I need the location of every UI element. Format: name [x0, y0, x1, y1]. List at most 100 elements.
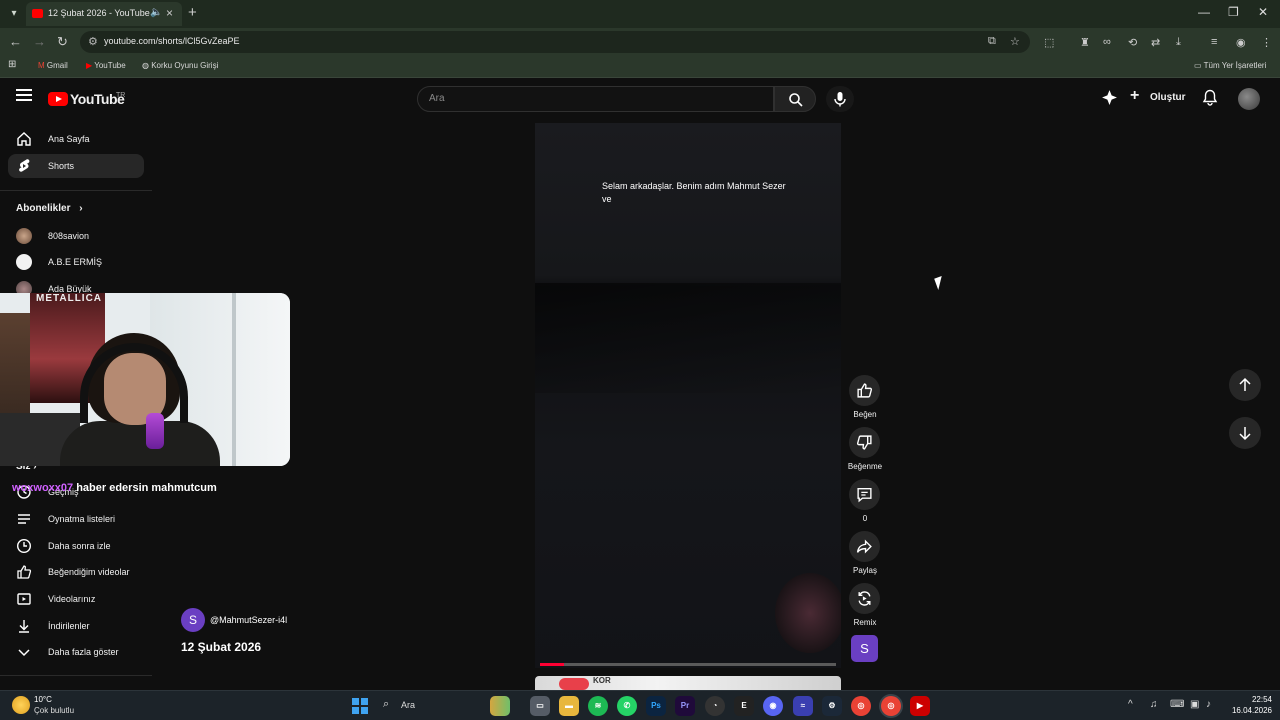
taskbar-search-icon[interactable]: ⌕	[383, 698, 389, 711]
widgets-icon[interactable]	[490, 696, 510, 716]
forward-icon[interactable]: →	[33, 34, 46, 49]
subscription-item[interactable]: 808savion	[8, 224, 144, 248]
install-app-icon[interactable]: ⧉	[988, 35, 996, 48]
browser-tab-strip: ▾ 12 Şubat 2026 - YouTube 🔈 × + — ❐ ✕	[0, 0, 1280, 28]
address-bar[interactable]: ⚙ youtube.com/shorts/lCl5GvZeaPE ⧉ ☆	[80, 31, 1030, 53]
menu-icon[interactable]	[16, 89, 32, 101]
sidebar-item-your-videos[interactable]: Videolarınız	[8, 587, 144, 611]
taskbar-search[interactable]: Ara	[401, 700, 415, 710]
profile-icon[interactable]: ◉	[1236, 36, 1246, 49]
comments-button[interactable]	[849, 479, 880, 510]
tray-chevron-icon[interactable]: ^	[1128, 699, 1133, 710]
voice-search-button[interactable]	[826, 86, 854, 112]
bookmark-korku[interactable]: ◍ Korku Oyunu Girişi	[142, 61, 218, 70]
weather-icon[interactable]	[12, 696, 30, 714]
bookmark-youtube[interactable]: ▶ YouTube	[86, 61, 126, 70]
close-tab-icon[interactable]: ×	[166, 6, 173, 20]
sidebar-item-playlists[interactable]: Oynatma listeleri	[8, 507, 144, 531]
share-icon	[856, 539, 872, 554]
ai-sparkle-icon[interactable]	[1101, 89, 1118, 106]
sidebar-item-label: Daha sonra izle	[48, 541, 111, 551]
account-avatar[interactable]	[1238, 88, 1260, 110]
sidebar-item-downloads[interactable]: İndirilenler	[8, 614, 144, 638]
dislike-button[interactable]	[849, 427, 880, 458]
sidebar-item-liked-videos[interactable]: Beğendiğim videolar	[8, 560, 144, 584]
youtube-header: YouTube TR Ara + Oluştur	[0, 79, 1280, 119]
browser-tab[interactable]: 12 Şubat 2026 - YouTube 🔈 ×	[26, 2, 182, 26]
url-text[interactable]: youtube.com/shorts/lCl5GvZeaPE	[104, 36, 240, 46]
windows-start-icon[interactable]	[352, 698, 368, 714]
subscriptions-heading[interactable]: Abonelikler ›	[16, 203, 83, 214]
previous-short-button[interactable]	[1229, 369, 1261, 401]
remix-button[interactable]	[849, 583, 880, 614]
next-thumb-text: KOR	[593, 676, 611, 685]
extensions-icon[interactable]: ⬚	[1044, 36, 1054, 49]
subscription-item[interactable]: A.B.E ERMİŞ	[8, 250, 144, 274]
chrome-icon[interactable]: ◎	[851, 696, 871, 716]
menu-dots-icon[interactable]: ⋮	[1261, 36, 1272, 49]
next-short-button[interactable]	[1229, 417, 1261, 449]
spotify-icon[interactable]: ≋	[588, 696, 608, 716]
speaker-icon[interactable]: 🔈	[150, 7, 162, 18]
site-info-icon[interactable]: ⚙	[88, 35, 98, 48]
premiere-icon[interactable]: Pr	[675, 696, 695, 716]
translate-icon[interactable]: ⇄	[1151, 36, 1160, 49]
display-icon[interactable]: ▣	[1190, 699, 1199, 710]
history-icon[interactable]: ⟲	[1128, 36, 1137, 49]
channel-handle[interactable]: @MahmutSezer-i4l	[210, 615, 287, 625]
download-icon	[19, 620, 29, 633]
share-button[interactable]	[849, 531, 880, 562]
channel-button[interactable]: S	[851, 635, 878, 662]
photoshop-icon[interactable]: Ps	[646, 696, 666, 716]
clock-time[interactable]: 22:54	[1228, 695, 1272, 704]
sidebar-show-more[interactable]: Daha fazla göster	[8, 640, 144, 664]
epic-games-icon[interactable]: E	[734, 696, 754, 716]
chrome-active-icon[interactable]: ◎	[881, 696, 901, 716]
microphone-tray-icon[interactable]: ♫	[1150, 699, 1158, 710]
task-view-icon[interactable]: ▭	[530, 696, 550, 716]
bookmark-gmail[interactable]: M Gmail	[38, 61, 68, 70]
maximize-icon[interactable]: ❐	[1228, 5, 1239, 19]
sidebar-item-home[interactable]: Ana Sayfa	[8, 127, 144, 151]
all-bookmarks[interactable]: ▭ Tüm Yer İşaretleri	[1194, 61, 1266, 70]
volume-icon[interactable]: ♪	[1206, 699, 1211, 710]
keyboard-icon[interactable]: ⌨	[1170, 699, 1184, 710]
create-button[interactable]: + Oluştur	[1128, 86, 1188, 110]
close-window-icon[interactable]: ✕	[1258, 5, 1268, 19]
whatsapp-icon[interactable]: ✆	[617, 696, 637, 716]
tab-search-button[interactable]: ▾	[6, 6, 22, 22]
video-progress-bar[interactable]	[540, 663, 836, 666]
sidebar-item-watch-later[interactable]: Daha sonra izle	[8, 534, 144, 558]
reload-icon[interactable]: ↻	[57, 34, 68, 50]
like-button[interactable]	[849, 375, 880, 406]
chevron-down-icon	[18, 649, 30, 657]
media-icon[interactable]: ≡	[1211, 36, 1217, 48]
weather-description[interactable]: Çok bulutlu	[34, 706, 74, 715]
extension-icon[interactable]: ∞	[1103, 36, 1111, 48]
download-icon[interactable]: ⤓	[1176, 36, 1181, 49]
discord-icon[interactable]: ◉	[763, 696, 783, 716]
weather-temperature[interactable]: 10°C	[34, 695, 52, 704]
extension-icon[interactable]: ♜	[1080, 36, 1090, 49]
sidebar-item-shorts[interactable]: Shorts	[8, 154, 144, 178]
clock-date[interactable]: 16.04.2026	[1228, 706, 1272, 715]
app-icon[interactable]: ◔	[705, 696, 725, 716]
search-button[interactable]	[774, 86, 816, 112]
back-icon[interactable]: ←	[9, 34, 22, 49]
new-tab-button[interactable]: +	[188, 4, 197, 21]
youtube-app-icon[interactable]: ▶	[910, 696, 930, 716]
next-short-preview[interactable]: KOR	[535, 676, 841, 690]
bookmark-star-icon[interactable]: ☆	[1010, 35, 1020, 48]
thumbs-down-icon	[856, 435, 872, 450]
notifications-bell-icon[interactable]	[1202, 89, 1218, 106]
messenger-icon[interactable]: ≈	[793, 696, 813, 716]
browser-toolbar: ← → ↻ ⚙ youtube.com/shorts/lCl5GvZeaPE ⧉…	[0, 28, 1280, 56]
microphone-icon	[834, 92, 846, 107]
apps-grid-icon[interactable]: ⊞	[8, 59, 16, 70]
search-input[interactable]: Ara	[417, 86, 774, 112]
minimize-icon[interactable]: —	[1198, 5, 1210, 19]
file-explorer-icon[interactable]: ▬	[559, 696, 579, 716]
sidebar-item-label: Daha fazla göster	[48, 647, 119, 657]
steam-icon[interactable]: ⚙	[822, 696, 842, 716]
channel-avatar[interactable]: S	[181, 608, 205, 632]
